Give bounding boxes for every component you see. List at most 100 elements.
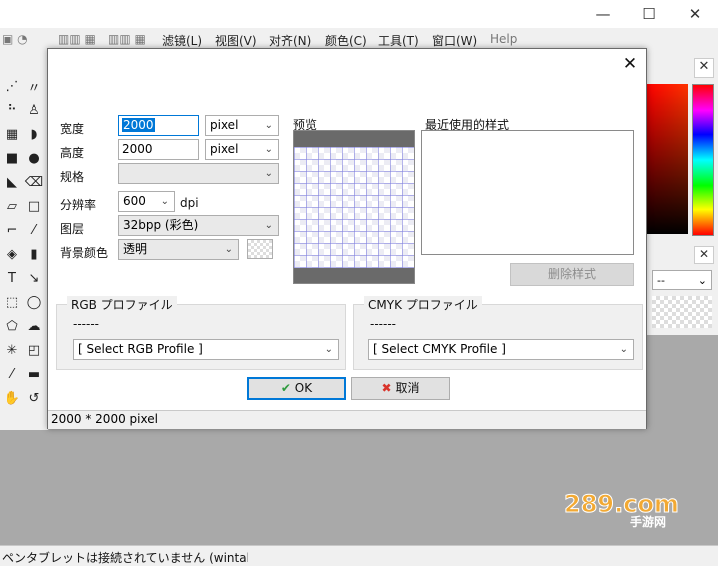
- ellipse-fill-icon[interactable]: ●: [24, 148, 44, 168]
- rotate-hand-icon[interactable]: ↺: [24, 388, 44, 408]
- gradient-icon[interactable]: ▮: [24, 244, 44, 264]
- bg-color-swatch[interactable]: [247, 239, 273, 259]
- blend-mode-select[interactable]: -- ⌄: [652, 270, 712, 290]
- cmyk-profile-title: CMYK プロファイル: [364, 296, 482, 313]
- layer-thumbnail[interactable]: [652, 296, 712, 328]
- brush-icon[interactable]: ⁄: [24, 220, 44, 240]
- recent-styles-list[interactable]: [421, 130, 634, 255]
- menu-view[interactable]: 视图(V): [215, 32, 257, 49]
- fish-icon[interactable]: ◗: [24, 124, 44, 144]
- dialog-header: ✕: [48, 49, 646, 93]
- dialog-status-bar: 2000 * 2000 pixel: [48, 410, 646, 429]
- toolbox: ⋰ 〃 ⠓ ♙ ▦ ◗ ■ ● ◣ ⌫ ▱ □ ⌐ ⁄ ◈ ▮ T ↘ ⬚ ◯ …: [0, 50, 49, 430]
- rgb-profile-select-value: [ Select RGB Profile ]: [78, 342, 203, 356]
- menu-hidden-2[interactable]: ▥▥ ▦: [108, 32, 146, 46]
- watermark-logo-text: 289.com: [564, 490, 679, 518]
- move-icon[interactable]: ↘: [24, 268, 44, 288]
- delete-style-button[interactable]: 删除样式: [510, 263, 634, 286]
- polygon-fill-icon[interactable]: ◣: [2, 172, 22, 192]
- menu-color[interactable]: 颜色(C): [325, 32, 367, 49]
- text-icon[interactable]: T: [2, 268, 22, 288]
- hand-icon[interactable]: ✋: [2, 388, 22, 408]
- bg-color-value: 透明: [123, 242, 148, 256]
- rect-outline-icon[interactable]: ▱: [2, 196, 22, 216]
- chevron-down-icon: ⌄: [264, 220, 273, 231]
- watermark-logo: 289.com 手游网: [564, 490, 680, 530]
- menu-help[interactable]: Help: [490, 32, 517, 46]
- dot-brush-icon[interactable]: ⠓: [2, 100, 22, 120]
- fill-bucket-icon[interactable]: ◈: [2, 244, 22, 264]
- hue-slider[interactable]: [692, 84, 714, 236]
- rect-select-icon[interactable]: ⬚: [2, 292, 22, 312]
- checkmark-icon: ✔: [280, 381, 291, 395]
- transform-icon[interactable]: ◰: [24, 340, 44, 360]
- square-outline-icon[interactable]: □: [24, 196, 44, 216]
- bezier-icon[interactable]: ⌐: [2, 220, 22, 240]
- cancel-button-label: 取消: [395, 381, 420, 395]
- menu-file-icon[interactable]: ▣ ◔: [2, 32, 28, 46]
- ruler-icon[interactable]: ▬: [24, 364, 44, 384]
- rgb-profile-select[interactable]: [ Select RGB Profile ] ⌄: [73, 339, 339, 360]
- minimize-button[interactable]: —: [580, 2, 626, 26]
- cmyk-profile-select[interactable]: [ Select CMYK Profile ] ⌄: [368, 339, 634, 360]
- width-unit-value: pixel: [210, 118, 239, 132]
- height-unit-value: pixel: [210, 142, 239, 156]
- window-titlebar: — ☐ ✕: [0, 0, 718, 28]
- new-canvas-dialog: ✕ 宽度 2000 pixel ⌄ 高度 2000 pixel ⌄ 规格 ⌄ 分…: [47, 48, 647, 429]
- dpi-value: 600: [123, 194, 146, 208]
- free-select-icon[interactable]: ☁: [24, 316, 44, 336]
- layer-type-value: 32bpp (彩色): [123, 218, 199, 232]
- dpi-label: 分辨率: [60, 198, 97, 212]
- magic-wand-icon[interactable]: ✳: [2, 340, 22, 360]
- layer-type-select[interactable]: 32bpp (彩色) ⌄: [118, 215, 279, 236]
- cmyk-profile-select-value: [ Select CMYK Profile ]: [373, 342, 506, 356]
- menu-filter[interactable]: 滤镜(L): [162, 32, 202, 49]
- layer-panel-close-icon[interactable]: ✕: [694, 246, 714, 264]
- chevron-down-icon: ⌄: [264, 120, 273, 131]
- menu-tools[interactable]: 工具(T): [378, 32, 419, 49]
- rgb-profile-name: ------: [73, 317, 99, 331]
- menu-align[interactable]: 对齐(N): [269, 32, 311, 49]
- spec-select[interactable]: ⌄: [118, 163, 279, 184]
- cancel-button[interactable]: ✖ 取消: [351, 377, 450, 400]
- lasso-icon[interactable]: ⬠: [2, 316, 22, 336]
- height-input[interactable]: 2000: [118, 139, 199, 160]
- dialog-close-button[interactable]: ✕: [618, 52, 642, 76]
- width-unit-select[interactable]: pixel ⌄: [205, 115, 279, 136]
- ok-button-label: OK: [294, 381, 313, 395]
- chevron-down-icon: ⌄: [619, 344, 628, 355]
- height-input-value: 2000: [122, 142, 153, 156]
- height-label: 高度: [60, 146, 85, 160]
- menu-window[interactable]: 窗口(W): [432, 32, 477, 49]
- width-input[interactable]: 2000: [118, 115, 199, 136]
- menu-hidden-1[interactable]: ▥▥ ▦: [58, 32, 96, 46]
- ellipse-select-icon[interactable]: ◯: [24, 292, 44, 312]
- height-unit-select[interactable]: pixel ⌄: [205, 139, 279, 160]
- preview-margin-bottom: [294, 268, 414, 283]
- color-panel-close-icon[interactable]: ✕: [694, 58, 714, 78]
- chevron-down-icon: ⌄: [224, 244, 233, 255]
- ok-button[interactable]: ✔ OK: [247, 377, 346, 400]
- width-input-value: 2000: [122, 118, 155, 132]
- rgb-profile-title: RGB プロファイル: [67, 296, 177, 313]
- dpi-select[interactable]: 600 ⌄: [118, 191, 175, 212]
- stamp-icon[interactable]: ♙: [24, 100, 44, 120]
- eyedropper-icon[interactable]: ⁄: [2, 364, 22, 384]
- rect-fill-icon[interactable]: ■: [2, 148, 22, 168]
- eraser-icon[interactable]: ⌫: [24, 172, 44, 192]
- airbrush-icon[interactable]: 〃: [24, 76, 44, 96]
- color-picker-square[interactable]: [646, 84, 688, 234]
- width-label: 宽度: [60, 122, 85, 136]
- preview-margin-top: [294, 131, 414, 147]
- blend-mode-value: --: [657, 274, 665, 287]
- chevron-down-icon: ⌄: [697, 274, 707, 287]
- cross-icon: ✖: [381, 381, 392, 395]
- rgb-profile-panel: RGB プロファイル ------ [ Select RGB Profile ]…: [56, 296, 346, 370]
- grid-icon[interactable]: ▦: [2, 124, 22, 144]
- maximize-button[interactable]: ☐: [626, 2, 672, 26]
- window-close-button[interactable]: ✕: [672, 2, 718, 26]
- bg-color-select[interactable]: 透明 ⌄: [118, 239, 239, 260]
- pen-icon[interactable]: ⋰: [2, 76, 22, 96]
- bg-color-label: 背景颜色: [60, 246, 109, 260]
- dialog-body: 宽度 2000 pixel ⌄ 高度 2000 pixel ⌄ 规格 ⌄ 分辨率…: [48, 93, 646, 411]
